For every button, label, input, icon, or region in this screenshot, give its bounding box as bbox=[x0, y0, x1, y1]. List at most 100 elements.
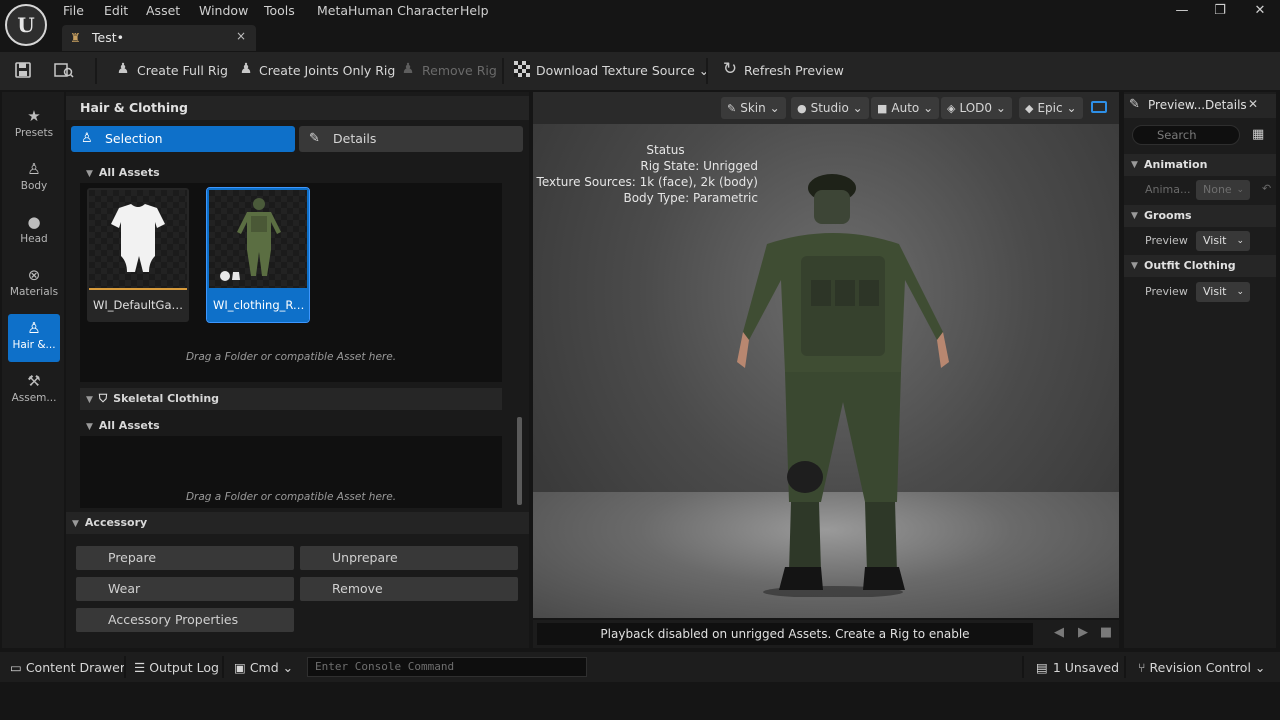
prepare-button[interactable]: Prepare bbox=[76, 546, 294, 570]
outfit-clothing-category[interactable]: ▼ Outfit Clothing bbox=[1124, 255, 1276, 277]
close-window-icon[interactable]: ✕ bbox=[1250, 3, 1270, 19]
close-tab-icon[interactable]: × bbox=[236, 29, 246, 43]
all-assets-header-2[interactable]: ▼ All Assets bbox=[80, 416, 502, 436]
pencil-icon: ✎ bbox=[1129, 97, 1140, 112]
details-title: Preview...Details bbox=[1148, 98, 1247, 112]
chevron-down-icon: ⌄ bbox=[923, 101, 934, 115]
skeletal-clothing-header[interactable]: ▼ ⛉ Skeletal Clothing bbox=[80, 388, 502, 410]
all-assets-header[interactable]: ▼ All Assets bbox=[80, 163, 502, 183]
bottom-status-bar: ▭ Content Drawer ☰ Output Log ▣ Cmd ⌄ Enter… bbox=[0, 652, 1280, 682]
grooms-visibility-dropdown[interactable]: Visit ⌄ bbox=[1196, 231, 1250, 251]
nav-head[interactable]: ● Head bbox=[8, 208, 60, 256]
outfit-visibility-dropdown[interactable]: Visit ⌄ bbox=[1196, 282, 1250, 302]
hair-clothing-panel: Hair & Clothing ♙ Selection ✎ Details ▼ A… bbox=[66, 92, 529, 648]
nav-body-label: Body bbox=[20, 180, 48, 192]
menu-edit[interactable]: Edit bbox=[104, 3, 128, 19]
create-full-rig-button[interactable]: Create Full Rig bbox=[137, 63, 228, 78]
chevron-down-icon: ⌄ bbox=[852, 101, 863, 115]
skeletal-clothing-label: Skeletal Clothing bbox=[113, 392, 220, 405]
play-icon[interactable]: ▶ bbox=[1075, 625, 1091, 641]
animation-value: None bbox=[1203, 183, 1232, 196]
unreal-logo-icon[interactable]: U bbox=[5, 4, 47, 46]
unprepare-button[interactable]: Unprepare bbox=[300, 546, 518, 570]
materials-icon: ⊗ bbox=[27, 266, 41, 284]
remove-rig-button[interactable]: Remove Rig bbox=[422, 63, 497, 78]
status-separator bbox=[1022, 656, 1024, 678]
download-texture-source-button[interactable]: Download Texture Source ⌄ bbox=[536, 63, 709, 78]
stop-icon[interactable]: ■ bbox=[1098, 625, 1114, 641]
nav-assembly[interactable]: ⚒ Assem... bbox=[8, 367, 60, 415]
menu-window[interactable]: Window bbox=[199, 3, 248, 19]
maximize-icon[interactable]: ❐ bbox=[1210, 3, 1230, 19]
output-log-button[interactable]: ☰ Output Log bbox=[134, 660, 219, 675]
status-overlay: Status Rig State: Unrigged Texture Sourc… bbox=[533, 142, 758, 206]
grooms-category[interactable]: ▼ Grooms bbox=[1124, 205, 1276, 227]
remove-button[interactable]: Remove bbox=[300, 577, 518, 601]
play-reverse-icon[interactable]: ◀ bbox=[1051, 625, 1067, 641]
quality-dropdown[interactable]: ◆ Epic ⌄ bbox=[1019, 97, 1083, 119]
left-category-nav: ★ Presets ♙ Body ● Head ⊗ Materials ♙ Ha… bbox=[2, 92, 64, 648]
keyboard-icon[interactable] bbox=[1091, 101, 1107, 113]
accessory-properties-button[interactable]: Accessory Properties bbox=[76, 608, 294, 632]
reset-icon[interactable]: ↶ bbox=[1262, 182, 1271, 195]
metahuman-tab-icon: ♜ bbox=[70, 31, 81, 45]
body-type: Body Type: Parametric bbox=[623, 191, 758, 205]
texture-sources: Texture Sources: 1k (face), 2k (body) bbox=[536, 175, 758, 189]
asset-tile-default-garment[interactable]: WI_DefaultGarment bbox=[87, 188, 189, 322]
wear-button[interactable]: Wear bbox=[76, 577, 294, 601]
close-icon[interactable]: ✕ bbox=[1248, 97, 1258, 111]
save-icon[interactable] bbox=[14, 61, 32, 79]
head-icon: ● bbox=[27, 213, 41, 231]
drop-hint: Drag a Folder or compatible Asset here. bbox=[185, 491, 397, 503]
menu-metahuman-character[interactable]: MetaHuman Character bbox=[317, 3, 459, 19]
accessory-header[interactable]: ▼ Accessory bbox=[66, 512, 529, 534]
menu-file[interactable]: File bbox=[63, 3, 84, 19]
cmd-dropdown[interactable]: ▣ Cmd ⌄ bbox=[234, 660, 293, 675]
unsaved-button[interactable]: ▤ 1 Unsaved bbox=[1036, 660, 1119, 675]
minimize-icon[interactable]: — bbox=[1172, 3, 1192, 19]
create-joints-only-rig-button[interactable]: Create Joints Only Rig bbox=[259, 63, 395, 78]
details-tab[interactable]: ✎ Preview...Details ✕ bbox=[1124, 94, 1276, 118]
preview-viewport[interactable]: ✎ Skin ⌄ ● Studio ⌄ ■ Auto ⌄ ◈ LOD0 ⌄ ◆ Epic … bbox=[533, 92, 1119, 618]
revision-control-button[interactable]: ⑂ Revision Control ⌄ bbox=[1138, 660, 1265, 675]
asset-tile-clothing[interactable]: WI_clothing_Rus... bbox=[206, 187, 310, 323]
nav-materials[interactable]: ⊗ Materials bbox=[8, 261, 60, 309]
camera-dropdown[interactable]: ■ Auto ⌄ bbox=[871, 97, 940, 119]
panel-scrollbar[interactable] bbox=[517, 417, 522, 505]
status-separator bbox=[124, 656, 126, 678]
content-drawer-button[interactable]: ▭ Content Drawer bbox=[10, 660, 125, 675]
skin-dropdown[interactable]: ✎ Skin ⌄ bbox=[721, 97, 786, 119]
nav-presets-label: Presets bbox=[14, 127, 54, 139]
animation-dropdown[interactable]: None ⌄ bbox=[1196, 180, 1250, 200]
body-icon: ♙ bbox=[27, 160, 41, 178]
unsaved-icon: ▤ bbox=[1036, 660, 1048, 675]
document-tab[interactable]: ♜ Test• × bbox=[62, 25, 256, 51]
lod-dropdown[interactable]: ◈ LOD0 ⌄ bbox=[941, 97, 1012, 119]
all-assets-label: All Assets bbox=[98, 419, 160, 432]
menu-asset[interactable]: Asset bbox=[146, 3, 180, 19]
refresh-preview-button[interactable]: Refresh Preview bbox=[744, 63, 844, 78]
search-input[interactable]: Search bbox=[1132, 125, 1240, 145]
drop-hint: Drag a Folder or compatible Asset here. bbox=[185, 351, 397, 363]
cube-icon: ◈ bbox=[947, 102, 956, 115]
nav-hair-clothing[interactable]: ♙ Hair &... bbox=[8, 314, 60, 362]
browse-icon[interactable] bbox=[54, 61, 74, 79]
content-drawer-label: Content Drawer bbox=[25, 660, 125, 675]
tab-details[interactable]: ✎ Details bbox=[299, 126, 523, 152]
toolbar: ♟ Create Full Rig ♟ Create Joints Only R… bbox=[0, 52, 1280, 90]
checker-texture-icon bbox=[513, 61, 531, 79]
tab-selection[interactable]: ♙ Selection bbox=[71, 126, 295, 152]
console-command-input[interactable]: Enter Console Command bbox=[307, 657, 587, 677]
nav-presets[interactable]: ★ Presets bbox=[8, 102, 60, 150]
output-log-icon: ☰ bbox=[134, 660, 146, 675]
grid-view-icon[interactable]: ▦ bbox=[1252, 127, 1264, 142]
nav-body[interactable]: ♙ Body bbox=[8, 155, 60, 203]
star-icon: ★ bbox=[27, 107, 41, 125]
menu-tools[interactable]: Tools bbox=[264, 3, 295, 19]
tab-title: Test• bbox=[92, 30, 124, 45]
outfit-clothing-label: Outfit Clothing bbox=[1144, 259, 1236, 272]
accessory-label: Accessory bbox=[84, 516, 148, 529]
animation-category[interactable]: ▼ Animation bbox=[1124, 154, 1276, 176]
menu-help[interactable]: Help bbox=[460, 3, 489, 19]
studio-dropdown[interactable]: ● Studio ⌄ bbox=[791, 97, 869, 119]
